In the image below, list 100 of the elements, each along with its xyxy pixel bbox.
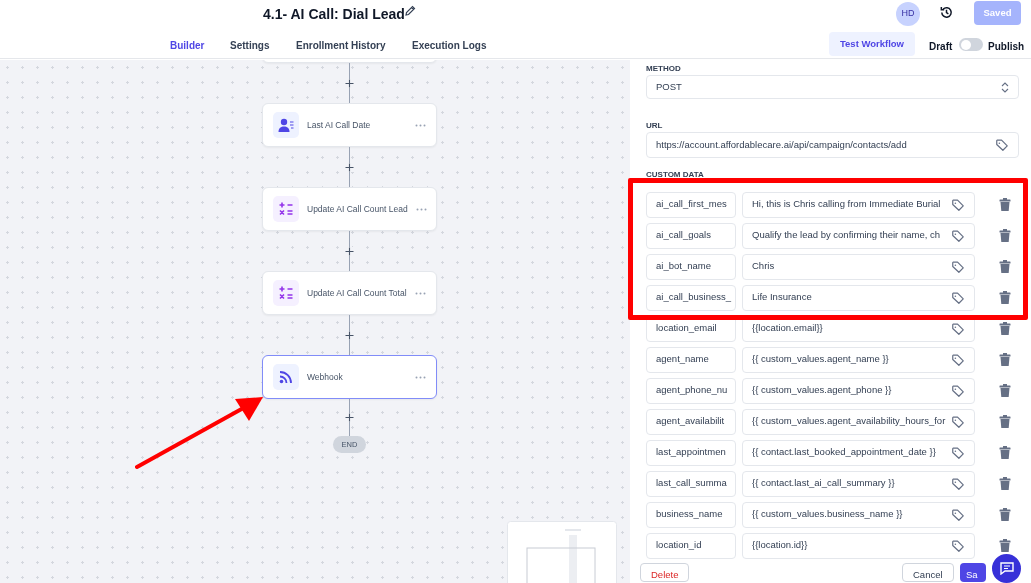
delete-icon[interactable]: [999, 198, 1011, 211]
delete-icon[interactable]: [999, 384, 1011, 397]
field-value: Qualify the lead by confirming their name, ch: [752, 228, 940, 243]
key-field[interactable]: agent_name: [646, 346, 736, 373]
workflow-node[interactable]: Last AI Call Date: [262, 103, 437, 147]
field-value: location_email: [656, 321, 717, 336]
value-field[interactable]: Chris: [742, 253, 975, 280]
field-value: business_name: [656, 507, 723, 522]
field-value: {{ custom_values.agent_name }}: [752, 352, 889, 367]
value-field[interactable]: Life Insurance: [742, 284, 975, 311]
value-field[interactable]: {{ custom_values.agent_phone }}: [742, 377, 975, 404]
value-field[interactable]: {{ contact.last_booked_appointment_date }}: [742, 439, 975, 466]
calculator-icon: [279, 202, 293, 216]
field-value: ai_call_first_mes: [656, 197, 727, 212]
tag-icon[interactable]: [951, 414, 965, 429]
tag-icon[interactable]: [951, 228, 965, 243]
key-field[interactable]: agent_availabilit: [646, 408, 736, 435]
user-list-icon: [278, 118, 294, 132]
workflow-node[interactable]: Update AI Call Count Lead: [262, 187, 437, 231]
field-value: last_appointmen: [656, 445, 726, 460]
key-field[interactable]: ai_bot_name: [646, 253, 736, 280]
delete-icon[interactable]: [999, 446, 1011, 459]
key-field[interactable]: agent_phone_nu: [646, 377, 736, 404]
value-field[interactable]: {{location.id}}: [742, 532, 975, 559]
add-step-icon[interactable]: [345, 162, 354, 172]
field-value: {{ custom_values.business_name }}: [752, 507, 903, 522]
field-value: {{location.id}}: [752, 538, 808, 553]
tag-icon[interactable]: [951, 538, 965, 553]
publish-toggle[interactable]: [959, 38, 983, 51]
save-button[interactable]: Sa: [960, 563, 986, 582]
publish-label: Publish: [988, 40, 1025, 54]
workflow-title: 4.1- AI Call: Dial Lead: [263, 5, 405, 24]
field-value: ai_call_business_: [656, 290, 731, 305]
chevron-icon: [1001, 81, 1009, 93]
delete-icon[interactable]: [999, 415, 1011, 428]
delete-icon[interactable]: [999, 229, 1011, 242]
tab[interactable]: Execution Logs: [412, 38, 487, 60]
value-field[interactable]: {{ custom_values.agent_availability_hours_for: [742, 408, 975, 435]
delete-icon[interactable]: [999, 322, 1011, 335]
delete-icon[interactable]: [999, 291, 1011, 304]
method-select[interactable]: POST: [646, 75, 1019, 99]
value-field[interactable]: {{ custom_values.agent_name }}: [742, 346, 975, 373]
field-value: {{ contact.last_ai_call_summary }}: [752, 476, 895, 491]
key-field[interactable]: last_call_summa: [646, 470, 736, 497]
key-field[interactable]: location_id: [646, 532, 736, 559]
tag-icon[interactable]: [951, 352, 965, 367]
delete-icon[interactable]: [999, 353, 1011, 366]
delete-icon[interactable]: [999, 539, 1011, 552]
history-icon[interactable]: [939, 5, 954, 20]
draft-label: Draft: [929, 40, 953, 54]
field-value: agent_phone_nu: [656, 383, 728, 398]
key-field[interactable]: last_appointmen: [646, 439, 736, 466]
delete-icon[interactable]: [999, 260, 1011, 273]
url-field[interactable]: https://account.affordablecare.ai/api/campaign/contacts/add: [646, 132, 1019, 158]
value-field[interactable]: Qualify the lead by confirming their name, ch: [742, 222, 975, 249]
cancel-button[interactable]: Cancel: [902, 563, 954, 582]
node-label: Update AI Call Count Lead: [307, 202, 408, 216]
node-label: Webhook: [307, 370, 344, 384]
test-workflow-button[interactable]: Test Workflow: [829, 32, 915, 56]
field-value: {{location.email}}: [752, 321, 823, 336]
tag-icon[interactable]: [951, 259, 965, 274]
more-icon[interactable]: [415, 123, 426, 127]
field-value: Chris: [752, 259, 775, 274]
field-value: last_call_summa: [656, 476, 727, 491]
field-value: https://account.affordablecare.ai/api/campaign/contacts/add: [656, 137, 907, 152]
key-field[interactable]: business_name: [646, 501, 736, 528]
workflow-node[interactable]: Update AI Call Count Total: [262, 271, 437, 315]
tab[interactable]: Settings: [230, 38, 270, 60]
tag-icon[interactable]: [951, 383, 965, 398]
tag-icon[interactable]: [951, 321, 965, 336]
delete-button[interactable]: Delete: [640, 563, 690, 582]
more-icon[interactable]: [415, 291, 426, 295]
field-value: ai_call_goals: [656, 228, 711, 243]
tag-icon[interactable]: [951, 290, 965, 305]
delete-icon[interactable]: [999, 477, 1011, 490]
key-field[interactable]: ai_call_goals: [646, 222, 736, 249]
tag-icon[interactable]: [951, 445, 965, 460]
delete-icon[interactable]: [999, 508, 1011, 521]
field-value: ai_bot_name: [656, 259, 711, 274]
value-field[interactable]: {{ custom_values.business_name }}: [742, 501, 975, 528]
tag-icon[interactable]: [951, 476, 965, 491]
tab[interactable]: Enrollment History: [296, 38, 386, 60]
edit-icon[interactable]: [404, 5, 416, 17]
user-avatar[interactable]: HD: [896, 2, 920, 26]
value-field[interactable]: Hi, this is Chris calling from Immediate Burial: [742, 191, 975, 218]
key-field[interactable]: ai_call_business_: [646, 284, 736, 311]
tag-icon[interactable]: [951, 197, 965, 212]
more-icon[interactable]: [415, 375, 426, 379]
tag-icon[interactable]: [995, 138, 1009, 152]
select-value: POST: [656, 79, 682, 94]
field-value: agent_availabilit: [656, 414, 725, 429]
field-label: URL: [646, 120, 664, 132]
field-value: {{ custom_values.agent_phone }}: [752, 383, 892, 398]
workflow-node[interactable]: Webhook: [262, 355, 437, 399]
feed-icon: [279, 370, 293, 384]
key-field[interactable]: ai_call_first_mes: [646, 191, 736, 218]
value-field[interactable]: {{ contact.last_ai_call_summary }}: [742, 470, 975, 497]
more-icon[interactable]: [415, 207, 427, 211]
add-step-icon[interactable]: [345, 413, 354, 422]
tag-icon[interactable]: [951, 507, 965, 522]
